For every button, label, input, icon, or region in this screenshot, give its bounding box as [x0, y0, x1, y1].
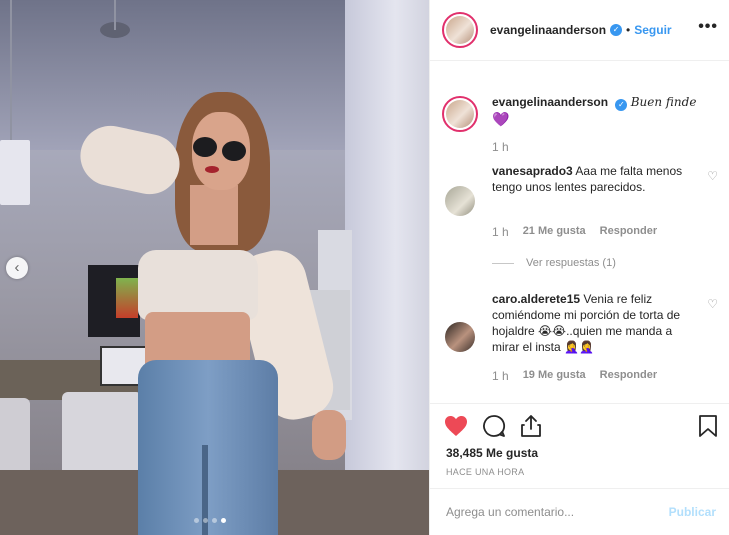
comment-time[interactable]: 1 h: [492, 369, 509, 383]
chevron-left-icon: ‹: [14, 259, 20, 276]
comment-meta: 1 h 19 Me gusta Responder: [492, 369, 657, 383]
carousel-dot-active: [221, 518, 226, 523]
caption-time[interactable]: 1 h: [492, 139, 722, 156]
carousel-indicator: [194, 518, 226, 523]
comments-list[interactable]: evangelinaanderson ✓ Buen finde 💜 1 h va…: [430, 61, 729, 404]
photo-ceiling: [0, 0, 345, 150]
avatar[interactable]: [442, 96, 478, 132]
header-separator: •: [626, 23, 631, 37]
photo-lips: [205, 166, 219, 173]
likes-count[interactable]: 38,485 Me gusta: [446, 446, 538, 460]
caption-username[interactable]: evangelinaanderson: [492, 95, 608, 109]
photo-sunglasses: [222, 141, 246, 161]
comment-meta: 1 h 21 Me gusta Responder: [492, 225, 657, 239]
photo-lamp-wire: [114, 0, 116, 30]
post-side-panel: evangelinaanderson ✓ • Seguir ••• evange…: [429, 0, 729, 535]
comment-time[interactable]: 1 h: [492, 225, 509, 239]
comment-likes[interactable]: 21 Me gusta: [523, 225, 586, 239]
post-header: evangelinaanderson ✓ • Seguir •••: [430, 0, 729, 61]
posted-time[interactable]: HACE UNA HORA: [446, 467, 524, 477]
post-image[interactable]: ‹: [0, 0, 429, 535]
comment-icon[interactable]: [482, 414, 506, 441]
carousel-dot: [194, 518, 199, 523]
photo-jeans: [138, 360, 278, 535]
replies-line: [492, 262, 514, 264]
avatar[interactable]: [445, 322, 475, 352]
carousel-prev-button[interactable]: ‹: [6, 257, 28, 279]
reply-button[interactable]: Responder: [600, 369, 657, 383]
photo-lamp: [0, 140, 30, 205]
avatar[interactable]: [442, 12, 478, 48]
photo-wall: [345, 0, 429, 535]
photo-neck: [190, 185, 238, 245]
publish-button[interactable]: Publicar: [669, 505, 716, 519]
follow-button[interactable]: Seguir: [634, 23, 671, 37]
photo-sunglasses: [193, 137, 217, 157]
view-replies-button[interactable]: Ver respuestas (1): [492, 257, 616, 269]
like-small-icon[interactable]: ♡: [707, 297, 718, 311]
bookmark-icon[interactable]: [698, 414, 718, 441]
photo-tv-screen: [116, 278, 138, 318]
more-icon[interactable]: •••: [698, 18, 718, 36]
caption-emoji: 💜: [492, 111, 510, 127]
photo-lamp-wire: [10, 0, 12, 150]
verified-icon: ✓: [610, 24, 623, 36]
comment-input[interactable]: Agrega un comentario...: [446, 505, 574, 519]
heart-icon[interactable]: [444, 415, 468, 440]
comment-likes[interactable]: 19 Me gusta: [523, 369, 586, 383]
carousel-dot: [203, 518, 208, 523]
share-icon[interactable]: [520, 414, 542, 441]
post-actions: 38,485 Me gusta HACE UNA HORA: [430, 404, 729, 488]
photo-hand: [312, 410, 346, 460]
add-comment-bar: Agrega un comentario... Publicar: [430, 488, 729, 535]
avatar[interactable]: [445, 186, 475, 216]
carousel-dot: [212, 518, 217, 523]
view-replies-label: Ver respuestas (1): [526, 257, 616, 269]
reply-button[interactable]: Responder: [600, 225, 657, 239]
comment-username[interactable]: vanesaprado3: [492, 164, 573, 178]
comment-username[interactable]: caro.alderete15: [492, 292, 580, 306]
caption-text: Buen finde: [630, 95, 697, 109]
like-small-icon[interactable]: ♡: [707, 169, 718, 183]
header-username[interactable]: evangelinaanderson: [490, 23, 606, 37]
photo-top: [138, 250, 258, 320]
verified-icon: ✓: [615, 99, 628, 111]
